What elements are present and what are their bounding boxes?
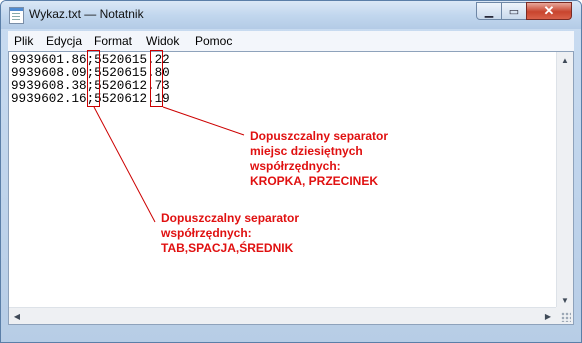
decimal-connector-line	[162, 106, 245, 136]
coordinate-connector-line	[93, 106, 156, 223]
decimal-separator-note: Dopuszczalny separator miejsc dziesiętny…	[250, 129, 389, 188]
coordinate-separator-note: Dopuszczalny separator współrzędnych: TA…	[161, 211, 300, 255]
